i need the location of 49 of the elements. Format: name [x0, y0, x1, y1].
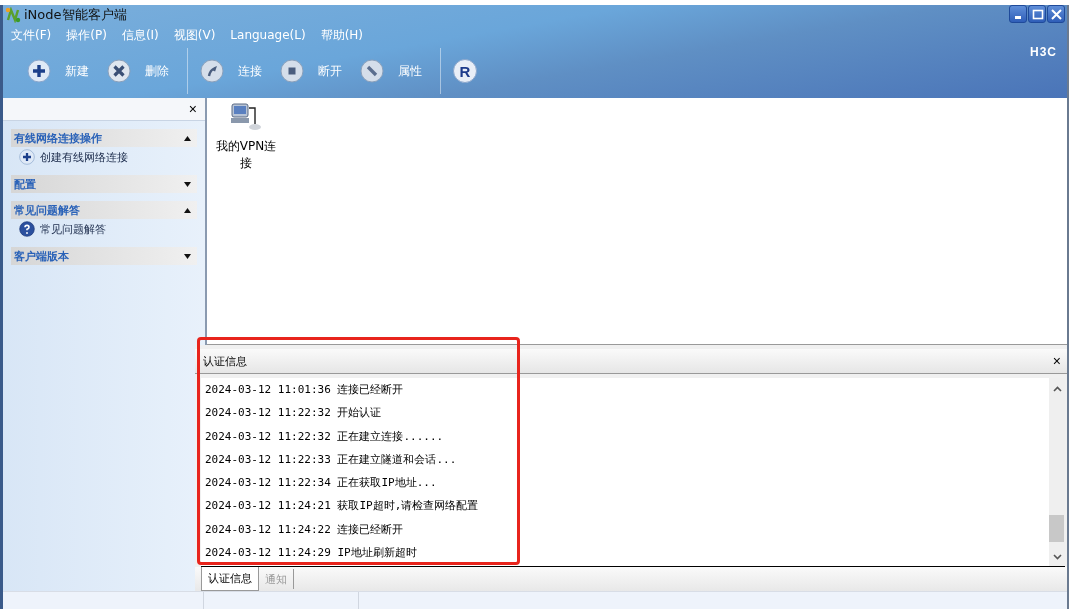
connection-item[interactable]: 我的VPN连接	[213, 102, 279, 340]
scroll-up-icon[interactable]	[1052, 386, 1062, 392]
toolbar-button[interactable]: 断开	[272, 55, 350, 87]
scroll-down-icon[interactable]	[1052, 554, 1062, 560]
section-header[interactable]: 客户端版本	[11, 247, 197, 265]
log-entry: 2024-03-12 11:01:36 连接已经断开	[205, 382, 405, 398]
help-icon	[19, 221, 35, 237]
log-entry: 2024-03-12 11:24:21 获取IP超时,请检查网络配置	[205, 498, 480, 515]
tab[interactable]: 认证信息	[201, 567, 259, 591]
toolbar-button[interactable]: R	[445, 55, 485, 87]
menu-item[interactable]: 帮助(H)	[320, 26, 364, 44]
section-header[interactable]: 有线网络连接操作	[11, 129, 197, 147]
panel-title: 认证信息	[203, 353, 247, 369]
toolbar-button[interactable]: 删除	[99, 55, 177, 87]
tab[interactable]: 通知	[259, 569, 294, 589]
scrollbar-thumb[interactable]	[1049, 515, 1064, 542]
sidebar-link[interactable]: 常见问题解答	[40, 221, 106, 237]
plus-icon	[19, 149, 35, 165]
toolbar-button[interactable]: 连接	[192, 55, 270, 87]
minimize-button[interactable]	[1009, 5, 1027, 23]
log-entry: 2024-03-12 11:24:29 IP地址刷新超时	[205, 544, 418, 561]
menu-item[interactable]: 信息(I)	[121, 26, 159, 44]
log-entry: 2024-03-12 11:22:32 开始认证	[205, 405, 383, 422]
menu-item[interactable]: 视图(V)	[173, 26, 216, 44]
log-entry: 2024-03-12 11:22:33 正在建立隧道和会话...	[205, 451, 458, 468]
menu-item[interactable]: Language(L)	[230, 28, 306, 42]
log-entry: 2024-03-12 11:24:22 连接已经断开	[205, 521, 405, 538]
toolbar-button[interactable]: 新建	[19, 55, 97, 87]
brand-logo: H3C	[1030, 45, 1057, 59]
toolbar-button[interactable]: 属性	[352, 55, 430, 87]
sidebar-link[interactable]: 创建有线网络连接	[40, 149, 128, 165]
section-header[interactable]: 常见问题解答	[11, 201, 197, 219]
close-button[interactable]: ×	[186, 102, 199, 116]
log-entry: 2024-03-12 11:22:34 正在获取IP地址...	[205, 475, 438, 491]
close-button[interactable]	[1047, 5, 1065, 23]
minimize-icon	[1015, 16, 1021, 19]
maximize-button[interactable]	[1028, 5, 1046, 23]
maximize-icon	[1030, 7, 1044, 21]
section-header[interactable]: 配置	[11, 175, 197, 193]
app-logo-icon	[5, 7, 21, 23]
close-icon	[1049, 7, 1063, 21]
menu-item[interactable]: 文件(F)	[11, 26, 52, 44]
menu-item[interactable]: 操作(P)	[66, 26, 107, 44]
log-entry: 2024-03-12 11:22:32 正在建立连接......	[205, 428, 445, 445]
plus-icon	[27, 59, 51, 83]
cross-icon	[107, 59, 131, 83]
close-button[interactable]: ×	[1050, 354, 1063, 368]
window-title: iNode智能客户端	[24, 6, 127, 24]
stop-icon	[280, 59, 304, 83]
